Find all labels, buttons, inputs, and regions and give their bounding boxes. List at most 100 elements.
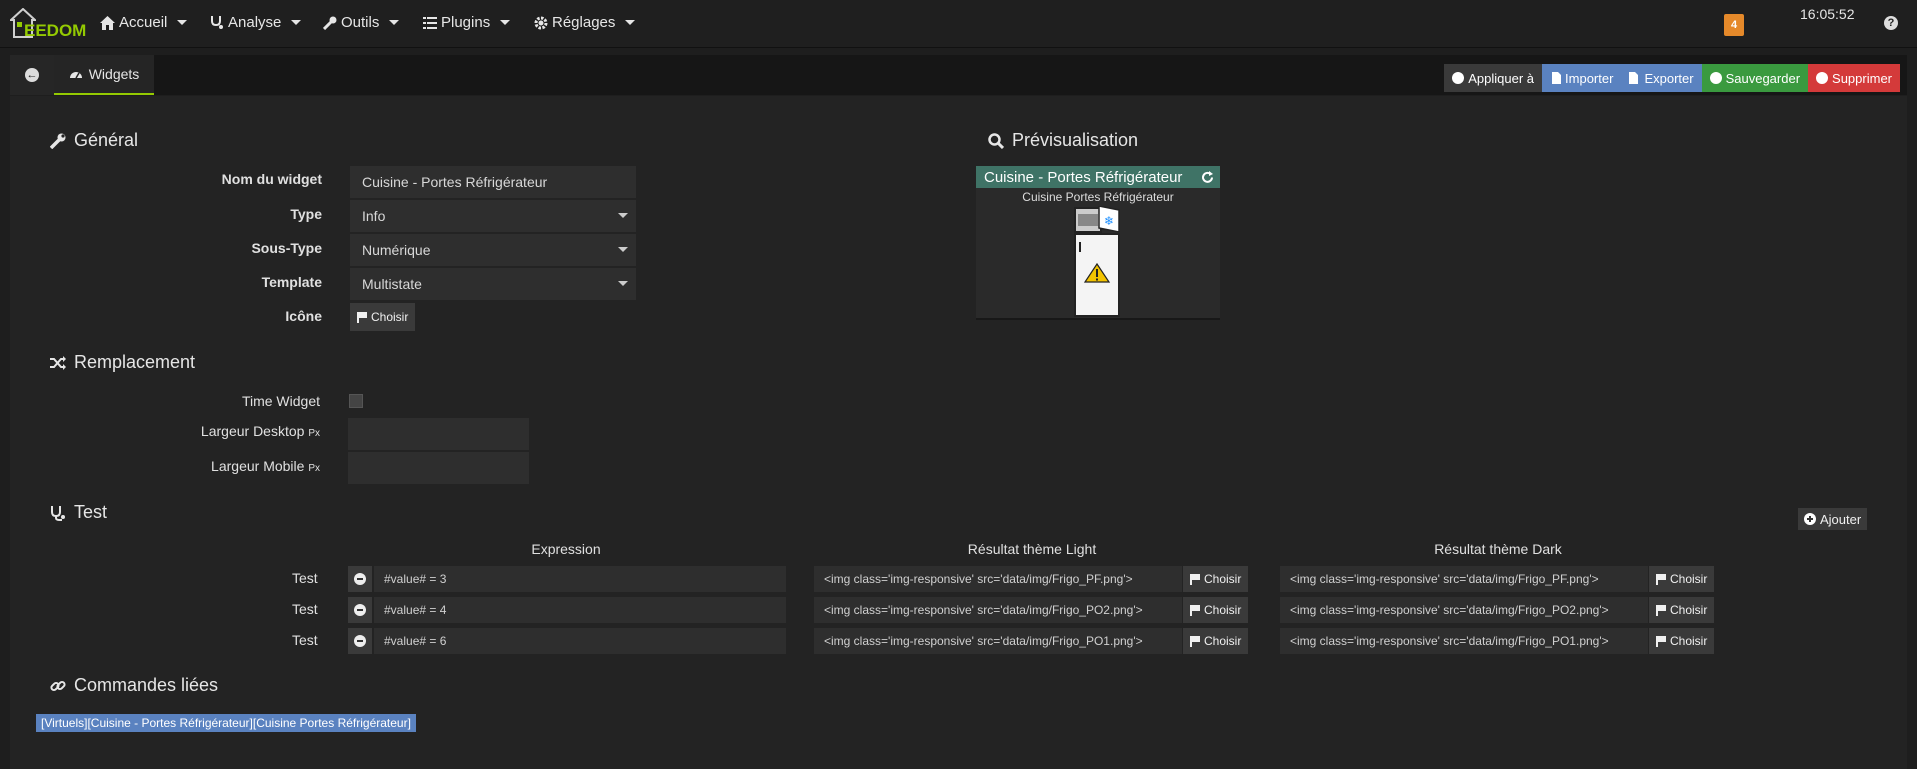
desktop-width-label-text: Largeur Desktop <box>200 423 305 439</box>
check-circle-icon <box>1709 72 1722 84</box>
test-dark-input[interactable]: <img class='img-responsive' src='data/im… <box>1280 597 1648 623</box>
link-icon <box>50 680 66 691</box>
list-icon <box>423 16 437 29</box>
flag-icon <box>1656 574 1666 585</box>
test-expression-input[interactable]: #value# = 3 <box>374 566 786 592</box>
desktop-width-input[interactable] <box>348 418 529 450</box>
section-test: Test <box>50 502 107 523</box>
chevron-down-icon <box>618 213 628 218</box>
subtype-value: Numérique <box>362 242 431 258</box>
action-buttons: Appliquer à Importer Exporter Sauvegarde… <box>1444 64 1900 92</box>
tab-widgets-label: Widgets <box>88 66 140 82</box>
shuffle-icon <box>50 355 66 370</box>
nav-reglages[interactable]: Réglages <box>534 14 636 31</box>
nav-analyse-label: Analyse <box>228 14 282 31</box>
logo-text: EEDOM <box>24 21 87 40</box>
search-icon <box>988 132 1004 149</box>
refresh-icon[interactable] <box>1201 170 1214 184</box>
template-value: Multistate <box>362 276 422 292</box>
time-widget-label: Time Widget <box>241 393 320 409</box>
choose-light-button[interactable]: Choisir <box>1183 628 1249 654</box>
choose-icon-button[interactable]: Choisir <box>350 303 416 331</box>
test-light-input[interactable]: <img class='img-responsive' src='data/im… <box>814 597 1182 623</box>
choose-icon-label: Choisir <box>371 310 409 324</box>
choose-light-button[interactable]: Choisir <box>1183 597 1249 623</box>
nav-accueil[interactable]: Accueil <box>100 14 188 31</box>
choose-dark-button[interactable]: Choisir <box>1649 566 1715 592</box>
flag-icon <box>1190 636 1200 647</box>
back-button[interactable]: ← <box>10 55 54 95</box>
top-navbar: EEDOM Accueil Analyse Outils Plugins Rég… <box>0 0 1917 48</box>
test-dark-input[interactable]: <img class='img-responsive' src='data/im… <box>1280 566 1648 592</box>
file-import-icon <box>1552 72 1562 84</box>
icon-label: Icône <box>285 308 322 324</box>
type-value: Info <box>362 208 386 224</box>
add-test-label: Ajouter <box>1820 511 1862 527</box>
minus-circle-icon <box>354 635 366 647</box>
jeedom-logo[interactable]: EEDOM <box>8 6 87 40</box>
remove-test-button[interactable] <box>348 628 372 654</box>
linked-command-tag[interactable]: [Virtuels][Cuisine - Portes Réfrigérateu… <box>36 714 416 732</box>
flag-icon <box>1190 605 1200 616</box>
remove-test-button[interactable] <box>348 597 372 623</box>
arrow-left-icon: ← <box>25 68 39 82</box>
nav-plugins[interactable]: Plugins <box>423 14 511 31</box>
subtype-select[interactable]: Numérique <box>350 234 636 266</box>
clock: 16:05:52 <box>1800 6 1855 22</box>
dashboard-icon <box>69 72 82 79</box>
flag-icon <box>357 312 367 323</box>
chevron-down-icon <box>500 20 511 25</box>
mobile-width-input[interactable] <box>348 452 529 484</box>
section-linked-title: Commandes liées <box>74 675 219 695</box>
test-row-label: Test <box>292 632 318 648</box>
home-icon <box>100 15 115 30</box>
save-label: Sauvegarder <box>1725 70 1801 86</box>
notification-badge[interactable]: 4 <box>1724 14 1744 36</box>
test-expression-input[interactable]: #value# = 4 <box>374 597 786 623</box>
nav-analyse[interactable]: Analyse <box>210 14 302 31</box>
wrench-icon <box>323 16 337 30</box>
widget-name-label: Nom du widget <box>221 171 322 187</box>
test-light-input[interactable]: <img class='img-responsive' src='data/im… <box>814 628 1182 654</box>
remove-test-button[interactable] <box>348 566 372 592</box>
choose-dark-button[interactable]: Choisir <box>1649 597 1715 623</box>
chevron-down-icon <box>389 20 400 25</box>
tab-widgets[interactable]: Widgets <box>54 55 154 95</box>
test-row-label: Test <box>292 570 318 586</box>
export-label: Exporter <box>1644 70 1694 86</box>
mobile-width-unit: Px <box>308 463 320 474</box>
nav-outils-label: Outils <box>341 14 380 31</box>
type-label: Type <box>290 206 322 222</box>
help-icon[interactable]: ? <box>1884 16 1898 30</box>
time-widget-checkbox[interactable] <box>349 394 363 408</box>
choose-light-button[interactable]: Choisir <box>1183 566 1249 592</box>
add-test-button[interactable]: Ajouter <box>1798 508 1868 530</box>
choose-dark-label: Choisir <box>1670 572 1708 586</box>
nav-accueil-label: Accueil <box>119 14 168 31</box>
choose-dark-button[interactable]: Choisir <box>1649 628 1715 654</box>
nav-outils[interactable]: Outils <box>323 14 400 31</box>
import-label: Importer <box>1565 70 1614 86</box>
save-button[interactable]: Sauvegarder <box>1701 64 1809 92</box>
flag-icon <box>1656 636 1666 647</box>
chevron-down-icon <box>625 20 636 25</box>
delete-label: Supprimer <box>1832 70 1892 86</box>
choose-dark-label: Choisir <box>1670 603 1708 617</box>
stethoscope-icon <box>51 505 65 521</box>
section-replacement: Remplacement <box>50 352 195 373</box>
delete-button[interactable]: Supprimer <box>1808 64 1900 92</box>
column-light-result: Résultat thème Light <box>967 541 1097 557</box>
template-label: Template <box>261 274 322 290</box>
test-dark-input[interactable]: <img class='img-responsive' src='data/im… <box>1280 628 1648 654</box>
test-light-input[interactable]: <img class='img-responsive' src='data/im… <box>814 566 1182 592</box>
apply-to-button[interactable]: Appliquer à <box>1444 64 1543 92</box>
template-select[interactable]: Multistate <box>350 268 636 300</box>
widget-name-input[interactable]: Cuisine - Portes Réfrigérateur <box>350 166 636 198</box>
nav-plugins-label: Plugins <box>441 14 491 31</box>
type-select[interactable]: Info <box>350 200 636 232</box>
test-expression-input[interactable]: #value# = 6 <box>374 628 786 654</box>
import-button[interactable]: Importer <box>1542 64 1622 92</box>
export-button[interactable]: Exporter <box>1621 64 1702 92</box>
file-export-icon <box>1629 72 1639 84</box>
plus-circle-icon <box>1804 513 1816 525</box>
